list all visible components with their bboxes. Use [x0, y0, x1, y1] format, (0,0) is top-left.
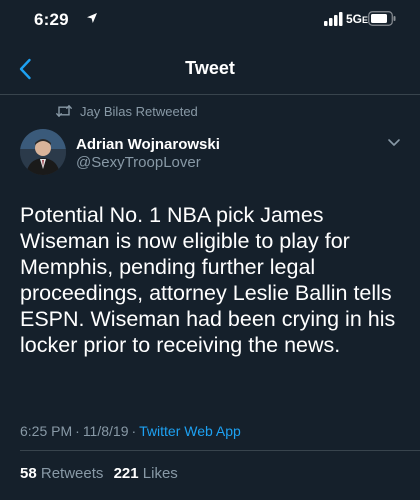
author-handle[interactable]: @SexyTroopLover [76, 154, 201, 171]
retweet-context[interactable]: Jay Bilas Retweeted [56, 102, 198, 120]
signal-strength-icon [324, 12, 343, 26]
meta-divider [20, 450, 420, 451]
likes-stat[interactable]: 221 Likes [114, 465, 178, 482]
status-bar: 6:29 5GE [0, 0, 420, 40]
tweet-text: Potential No. 1 NBA pick James Wiseman i… [20, 203, 396, 357]
chevron-down-icon[interactable] [386, 134, 402, 150]
retweets-label: Retweets [40, 465, 104, 482]
nav-divider [0, 94, 420, 95]
page-title: Tweet [185, 58, 235, 78]
status-time: 6:29 [34, 10, 69, 29]
navigation-bar: Tweet [0, 44, 420, 92]
likes-label: Likes [142, 465, 178, 482]
tweet-meta: 6:25 PM · 11/8/19 · Twitter Web App [20, 423, 241, 439]
retweets-stat[interactable]: 58 Retweets [20, 465, 103, 482]
retweet-icon [56, 105, 72, 117]
tweet-time: 6:25 PM [20, 423, 73, 439]
battery-icon [368, 11, 396, 26]
author-name[interactable]: Adrian Wojnarowski [76, 136, 220, 153]
author-avatar[interactable] [20, 129, 66, 175]
meta-separator: · [75, 423, 80, 439]
network-type: 5GE [346, 12, 369, 26]
meta-separator: · [131, 423, 137, 439]
avatar-image [20, 129, 66, 175]
likes-count: 221 [113, 465, 139, 482]
location-arrow-icon [87, 13, 97, 23]
retweet-context-text: Jay Bilas Retweeted [80, 103, 198, 119]
tweet-stats: 58 Retweets 221 Likes [20, 465, 178, 482]
retweets-count: 58 [20, 465, 37, 482]
tweet-date: 11/8/19 [82, 423, 129, 439]
tweet-source-link[interactable]: Twitter Web App [139, 423, 241, 439]
